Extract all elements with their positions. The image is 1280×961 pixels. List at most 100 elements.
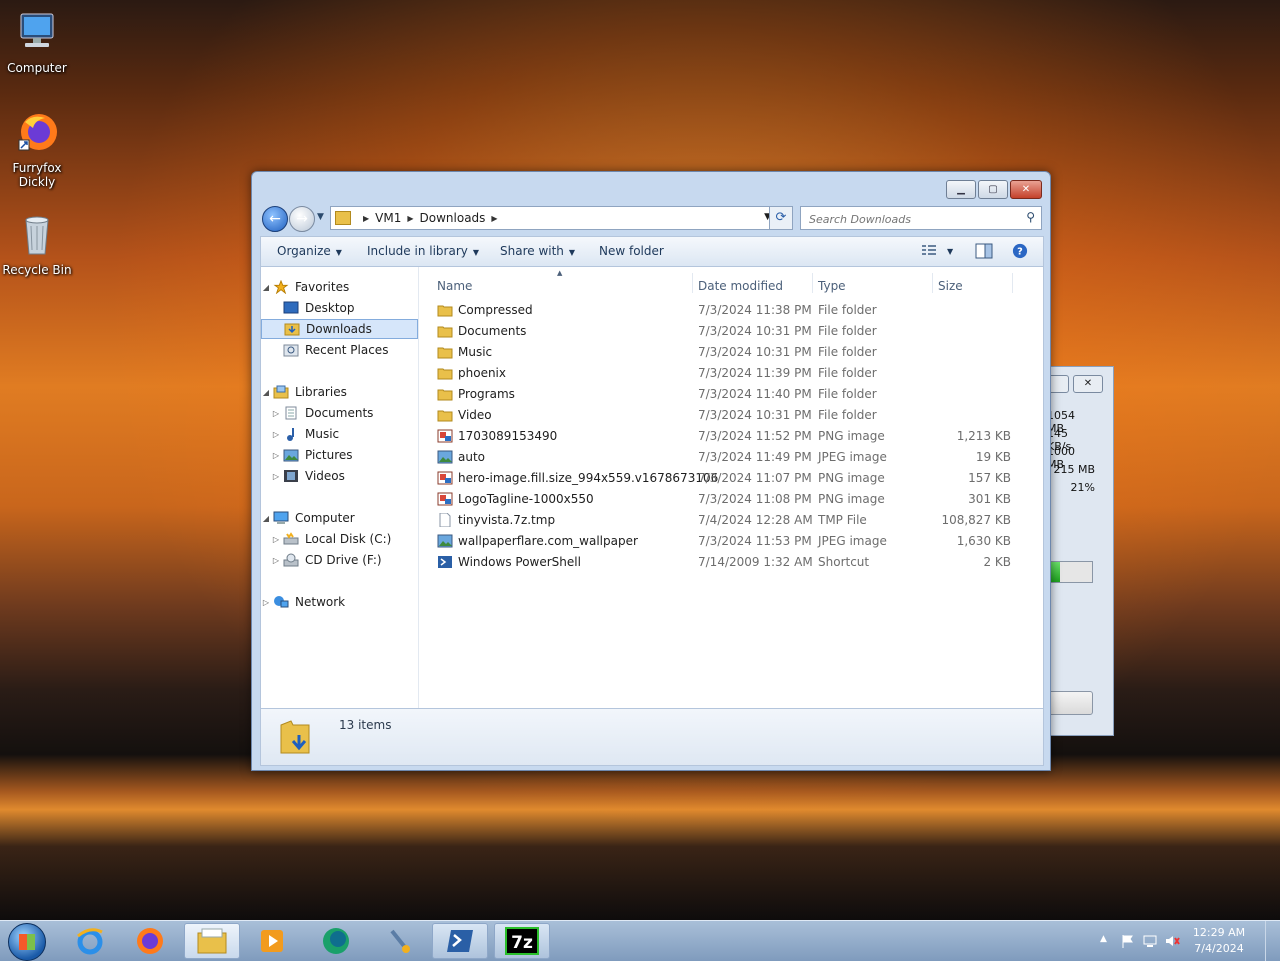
- chevron-right-icon[interactable]: ▶: [491, 214, 497, 223]
- taskbar-windows-explorer[interactable]: [184, 923, 240, 959]
- file-row[interactable]: Windows PowerShell 7/14/2009 1:32 AM Short…: [437, 552, 1037, 573]
- taskbar-app-tools[interactable]: [372, 923, 428, 959]
- address-bar[interactable]: ▶ VM1 ▶ Downloads ▶ ▼: [330, 206, 780, 230]
- nav-music[interactable]: ▷ Music: [261, 424, 418, 444]
- column-header-name[interactable]: Name: [437, 279, 472, 293]
- file-row[interactable]: Programs 7/3/2024 11:40 PM File folder: [437, 384, 1037, 405]
- folder-icon: [437, 324, 453, 338]
- file-type: PNG image: [818, 471, 885, 485]
- expand-arrow-icon[interactable]: ▷: [271, 451, 281, 460]
- taskbar-powershell[interactable]: [432, 923, 488, 959]
- file-name: Video: [458, 408, 492, 422]
- search-icon[interactable]: ⚲: [1026, 210, 1035, 224]
- view-options-icon[interactable]: [920, 243, 938, 259]
- file-row[interactable]: LogoTagline-1000x550 7/3/2024 11:08 PM PNG…: [437, 489, 1037, 510]
- file-row[interactable]: Video 7/3/2024 10:31 PM File folder: [437, 405, 1037, 426]
- search-input[interactable]: [807, 209, 1011, 229]
- file-row[interactable]: 1703089153490 7/3/2024 11:52 PM PNG image 1…: [437, 426, 1037, 447]
- pictures-icon: [283, 449, 299, 462]
- start-button[interactable]: [8, 923, 46, 961]
- desktop-icon-furryfox[interactable]: Furryfox Dickly: [0, 110, 74, 189]
- expand-arrow-icon[interactable]: ▷: [271, 535, 281, 544]
- file-row[interactable]: wallpaperflare.com_wallpaper 7/3/2024 11:…: [437, 531, 1037, 552]
- file-row[interactable]: Compressed 7/3/2024 11:38 PM File folder: [437, 300, 1037, 321]
- file-row[interactable]: Music 7/3/2024 10:31 PM File folder: [437, 342, 1037, 363]
- collapse-arrow-icon[interactable]: ◢: [261, 388, 271, 397]
- chevron-right-icon[interactable]: ▶: [363, 214, 369, 223]
- column-header-date[interactable]: Date modified: [698, 279, 783, 293]
- forward-button[interactable]: →: [289, 206, 315, 232]
- explorer-window[interactable]: ▁ ▢ ✕ ← → ▼ ▶ VM1 ▶ Downloads ▶ ▼ ⟳ ⚲ Or…: [251, 171, 1051, 771]
- taskbar-internet-explorer[interactable]: [62, 923, 118, 959]
- organize-label: Organize: [277, 244, 331, 258]
- expand-arrow-icon[interactable]: ▷: [271, 556, 281, 565]
- desktop-icon-recycle-bin[interactable]: Recycle Bin: [0, 212, 74, 277]
- file-row[interactable]: tinyvista.7z.tmp 7/4/2024 12:28 AM TMP Fil…: [437, 510, 1037, 531]
- dialog-button[interactable]: [1047, 691, 1093, 715]
- expand-arrow-icon[interactable]: ▷: [271, 409, 281, 418]
- file-date: 7/3/2024 10:31 PM: [698, 408, 812, 422]
- taskbar-app-globe[interactable]: [308, 923, 364, 959]
- preview-pane-icon[interactable]: [975, 243, 993, 259]
- file-row[interactable]: hero-image.fill.size_994x559.v1678673106…: [437, 468, 1037, 489]
- videos-icon: [284, 470, 298, 482]
- nav-downloads[interactable]: Downloads: [261, 319, 418, 339]
- nav-computer[interactable]: ◢ Computer: [261, 508, 418, 528]
- close-button[interactable]: ✕: [1010, 180, 1042, 199]
- expand-arrow-icon[interactable]: ▷: [271, 472, 281, 481]
- breadcrumb-vm1[interactable]: VM1: [375, 211, 401, 225]
- organize-button[interactable]: Organize ▼: [277, 244, 342, 258]
- include-in-library-button[interactable]: Include in library ▼: [367, 244, 479, 258]
- close-button[interactable]: ✕: [1073, 375, 1103, 393]
- nav-favorites[interactable]: ◢ Favorites: [261, 277, 418, 297]
- maximize-button[interactable]: ▢: [978, 180, 1008, 199]
- nav-cd-drive[interactable]: ▷ CD Drive (F:): [261, 550, 418, 570]
- png-file-icon: [437, 429, 453, 443]
- show-hidden-icons-button[interactable]: ▲: [1100, 934, 1107, 944]
- file-name: auto: [458, 450, 486, 464]
- file-row[interactable]: phoenix 7/3/2024 11:39 PM File folder: [437, 363, 1037, 384]
- chevron-right-icon[interactable]: ▶: [407, 214, 413, 223]
- nav-libraries[interactable]: ◢ Libraries: [261, 382, 418, 402]
- desktop-icon-computer[interactable]: Computer: [0, 10, 74, 75]
- breadcrumb-downloads[interactable]: Downloads: [420, 211, 486, 225]
- column-header-size[interactable]: Size: [938, 279, 963, 293]
- nav-recent-places[interactable]: Recent Places: [261, 340, 418, 360]
- back-button[interactable]: ←: [262, 206, 288, 232]
- recent-pages-dropdown[interactable]: ▼: [317, 212, 324, 222]
- background-progress-dialog[interactable]: ✕ 1054 MB 145 KB/s 1000 MB 215 MB 21%: [1045, 366, 1114, 736]
- nav-documents[interactable]: ▷ Documents: [261, 403, 418, 423]
- firefox-icon: [18, 114, 57, 151]
- file-row[interactable]: Documents 7/3/2024 10:31 PM File folder: [437, 321, 1037, 342]
- new-folder-button[interactable]: New folder: [599, 244, 664, 258]
- share-with-button[interactable]: Share with ▼: [500, 244, 575, 258]
- volume-muted-icon[interactable]: [1164, 933, 1180, 949]
- title-bar[interactable]: ▁ ▢ ✕: [252, 172, 1050, 202]
- taskbar-media-player[interactable]: [244, 923, 300, 959]
- show-desktop-button[interactable]: [1265, 921, 1280, 961]
- collapse-arrow-icon[interactable]: ◢: [261, 283, 271, 292]
- taskbar-clock[interactable]: 12:29 AM 7/4/2024: [1184, 925, 1254, 957]
- nav-local-disk[interactable]: ▷ Local Disk (C:): [261, 529, 418, 549]
- nav-network[interactable]: ▷ Network: [261, 592, 418, 612]
- collapse-arrow-icon[interactable]: ◢: [261, 514, 271, 523]
- network-tray-icon[interactable]: [1142, 933, 1158, 949]
- expand-arrow-icon[interactable]: ▷: [271, 430, 281, 439]
- libraries-icon: [273, 385, 289, 399]
- file-date: 7/3/2024 11:40 PM: [698, 387, 812, 401]
- taskbar-7zip[interactable]: 7z: [494, 923, 550, 959]
- taskbar-firefox[interactable]: [122, 923, 178, 959]
- help-icon[interactable]: ?: [1011, 243, 1029, 259]
- nav-desktop[interactable]: Desktop: [261, 298, 418, 318]
- search-box[interactable]: ⚲: [800, 206, 1042, 230]
- nav-videos[interactable]: ▷ Videos: [261, 466, 418, 486]
- action-center-flag-icon[interactable]: [1120, 933, 1136, 949]
- refresh-button[interactable]: ⟳: [769, 206, 793, 230]
- minimize-button[interactable]: ▁: [946, 180, 976, 199]
- file-row[interactable]: auto 7/3/2024 11:49 PM JPEG image 19 KB: [437, 447, 1037, 468]
- column-header-type[interactable]: Type: [818, 279, 846, 293]
- expand-arrow-icon[interactable]: ▷: [261, 598, 271, 607]
- hard-drive-icon: [283, 532, 299, 545]
- nav-pictures[interactable]: ▷ Pictures: [261, 445, 418, 465]
- view-dropdown[interactable]: ▼: [947, 247, 953, 256]
